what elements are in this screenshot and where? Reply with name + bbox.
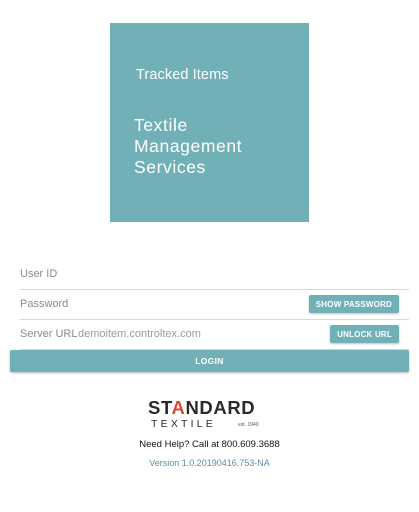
brand-name-prefix: ST (148, 397, 172, 418)
password-row: Password SHOW PASSWORD (20, 290, 409, 320)
brand-subname: TEXTILE (151, 418, 216, 430)
login-form: User ID Password SHOW PASSWORD Server UR… (20, 260, 409, 350)
password-input[interactable] (20, 296, 310, 312)
app-logo: Tracked Items Textile Management Service… (110, 23, 309, 222)
user-id-input[interactable] (20, 266, 310, 282)
help-text: Need Help? Call at 800.609.3688 (139, 439, 280, 450)
brand-name: STANDARD (148, 398, 255, 418)
show-password-button[interactable]: SHOW PASSWORD (308, 295, 399, 313)
logo-name-line: Services (134, 157, 206, 177)
user-id-row: User ID (20, 260, 409, 290)
login-button[interactable]: LOGIN (10, 350, 409, 372)
unlock-url-button[interactable]: UNLOCK URL (330, 325, 399, 343)
server-url-input[interactable] (78, 326, 318, 342)
logo-name-line: Textile (134, 115, 188, 135)
brand-established: est. 1940 (238, 422, 259, 428)
server-url-row: Server URL UNLOCK URL (20, 320, 409, 350)
standard-textile-logo: STANDARD TEXTILE est. 1940 (148, 398, 272, 432)
logo-name-line: Management (134, 136, 243, 156)
brand-name-suffix: NDARD (185, 397, 256, 418)
logo-tagline: Tracked Items (136, 67, 229, 83)
brand-name-accent: A (171, 397, 186, 418)
version-text: Version 1.0.20190416.753-NA (149, 458, 270, 468)
server-url-label: Server URL (20, 328, 78, 340)
logo-name: Textile Management Services (134, 115, 242, 178)
